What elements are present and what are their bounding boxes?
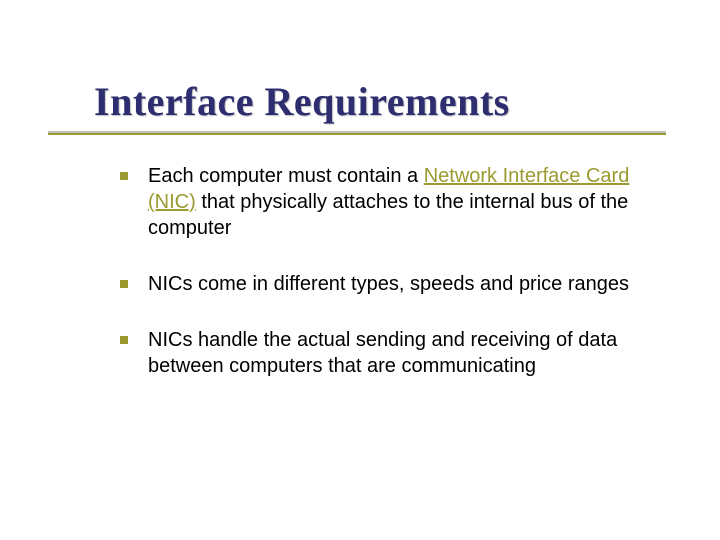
bullet-text: Each computer must contain a Network Int… [148, 163, 660, 241]
page-title: Interface Requirements [94, 78, 660, 125]
bullet-pre: Each computer must contain a [148, 165, 424, 187]
bullet-pre: NICs come in different types, speeds and… [148, 273, 629, 295]
list-item: Each computer must contain a Network Int… [120, 163, 660, 241]
square-bullet-icon [120, 280, 128, 288]
bullet-text: NICs come in different types, speeds and… [148, 271, 660, 297]
square-bullet-icon [120, 172, 128, 180]
title-wrap: Interface Requirements [94, 78, 660, 135]
title-underline [48, 131, 666, 135]
slide: Interface Requirements Each computer mus… [0, 0, 720, 540]
square-bullet-icon [120, 336, 128, 344]
bullet-pre: NICs handle the actual sending and recei… [148, 329, 617, 377]
bullet-text: NICs handle the actual sending and recei… [148, 327, 660, 379]
bullet-post: that physically attaches to the internal… [148, 191, 628, 239]
slide-body: Each computer must contain a Network Int… [94, 163, 660, 379]
list-item: NICs handle the actual sending and recei… [120, 327, 660, 379]
list-item: NICs come in different types, speeds and… [120, 271, 660, 297]
